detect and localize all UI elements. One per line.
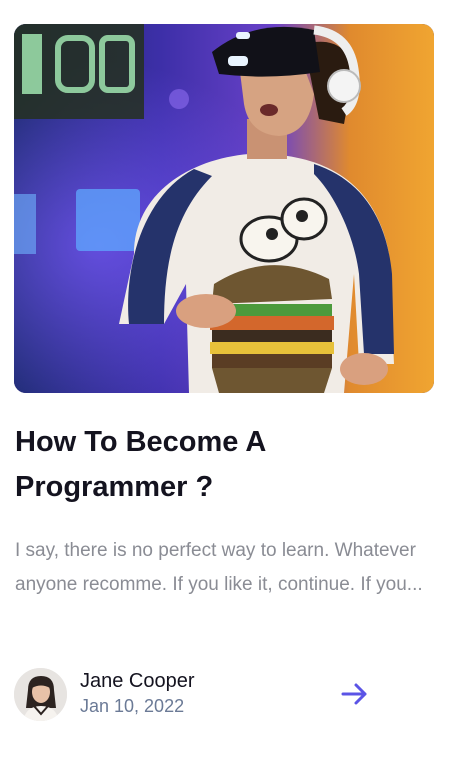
blog-card[interactable]: How To Become A Programmer ? I say, ther… [0,0,453,763]
author-name[interactable]: Jane Cooper [80,669,195,693]
author-avatar[interactable] [14,668,67,721]
read-more-button[interactable] [336,675,374,713]
vr-gamer-photo [14,24,434,393]
post-title[interactable]: How To Become A Programmer ? [15,420,435,510]
hero-image[interactable] [14,24,434,393]
post-date: Jan 10, 2022 [80,696,185,716]
author-row: Jane Cooper Jan 10, 2022 [14,667,434,721]
author-portrait [14,668,67,721]
post-excerpt: I say, there is no perfect way to learn.… [15,540,423,595]
arrow-right-icon [341,683,367,705]
